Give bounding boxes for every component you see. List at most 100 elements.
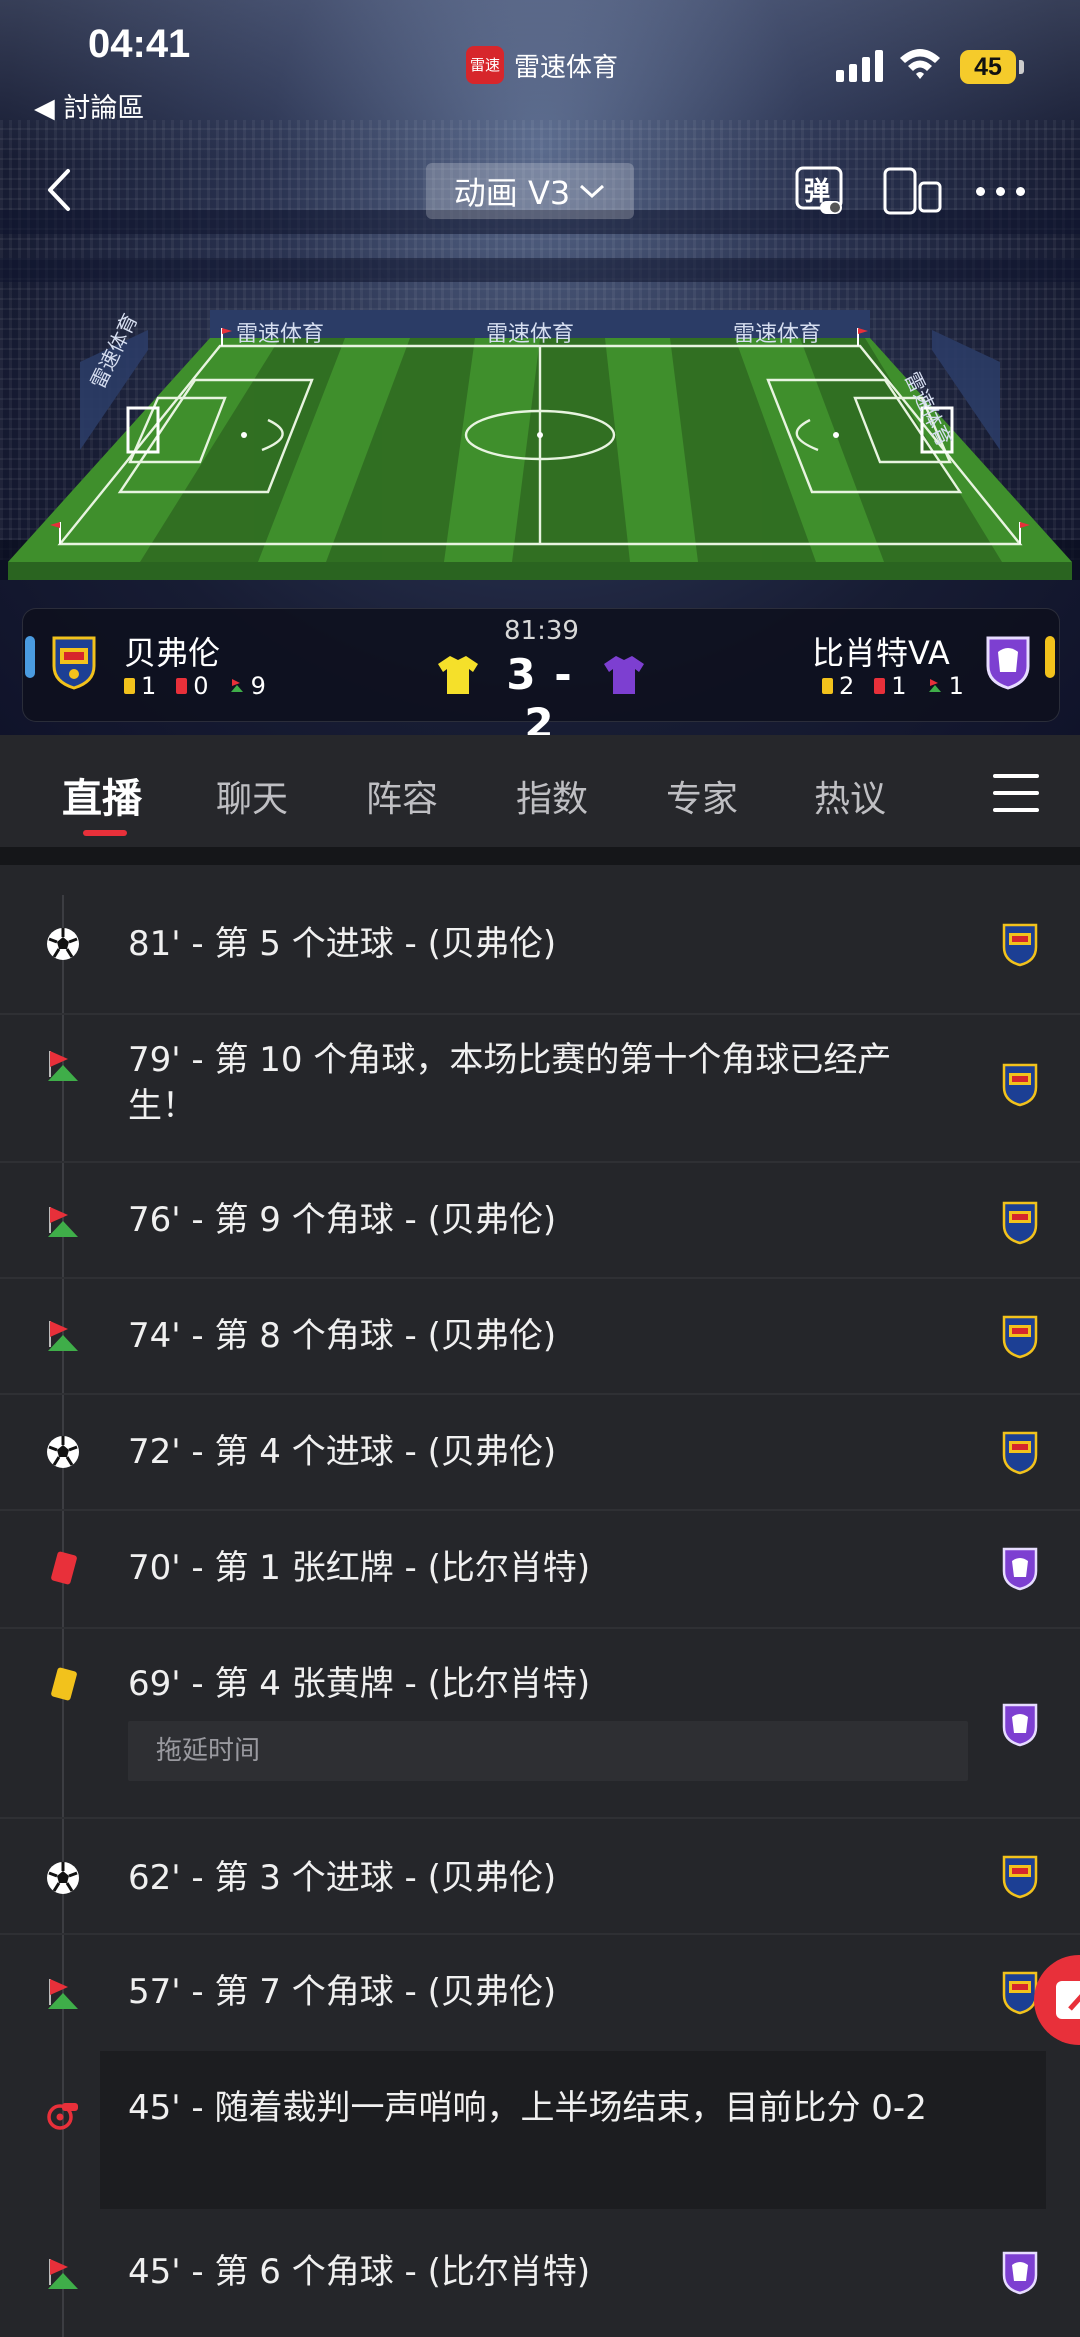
tab-shadow [0,847,1080,865]
corner-flag-icon [928,679,941,692]
edit-icon [1056,1981,1080,2019]
yellow-card-icon [51,1667,77,1701]
wifi-icon [900,49,940,79]
event-row: 81' - 第 5 个进球 - (贝弗伦) [0,895,1080,1015]
away-corner-count: 1 [948,672,964,700]
active-tab-indicator [83,830,127,836]
away-team-name: 比肖特VA [812,634,950,672]
clock-time: 04:41 [88,22,191,66]
danmu-label: 弹 [804,177,831,207]
status-bar: 04:41 雷速 雷速体育 45 [0,0,1080,84]
home-jersey-icon [438,656,478,694]
goal-ball-icon [47,1862,79,1894]
app-indicator: 雷速 雷速体育 [466,46,618,84]
away-team-stats: 2 1 1 [822,672,964,700]
event-row: 70' - 第 1 张红牌 - (比尔肖特) [0,1511,1080,1629]
app-logo: 雷速 [466,46,504,84]
event-text: 81' - 第 5 个进球 - (贝弗伦) [128,924,557,964]
tab-menu-icon[interactable] [993,774,1039,812]
home-accent-bar [25,636,35,678]
yellow-card-icon [822,678,833,694]
yellow-card-icon [124,678,135,694]
home-team-crest-icon [52,636,96,690]
away-team-crest-icon [986,636,1030,690]
home-team-crest-icon [1002,1431,1038,1475]
chevron-down-icon [580,184,605,199]
home-team-crest-icon [1002,1063,1038,1107]
away-team-crest-icon [1002,2251,1038,2295]
tab-discussion[interactable]: 热议 [814,770,886,822]
animation-mode-dropdown[interactable]: 动画 V3 [426,163,634,219]
event-text: 79' - 第 10 个角球，本场比赛的第十个角球已经产生！ [128,1040,892,1126]
home-team-crest-icon [1002,1315,1038,1359]
away-jersey-icon [604,656,644,694]
event-text: 62' - 第 3 个进球 - (贝弗伦) [128,1858,557,1898]
event-row: 76' - 第 9 个角球 - (贝弗伦) [0,1163,1080,1279]
back-arrow-icon[interactable] [40,165,80,215]
home-team-stats: 1 0 9 [124,672,266,700]
corner-flag-icon [48,1321,78,1351]
event-row-halftime: 45' - 随着裁判一声哨响，上半场结束，目前比分 0-2 [0,2051,1080,2211]
ad-board: 雷速体育 [486,322,575,347]
match-animation-panel: 雷速体育 雷速体育 雷速体育 雷速体育 雷速体育 04:41 雷速 雷速体育 4… [0,0,1080,735]
event-text: 70' - 第 1 张红牌 - (比尔肖特) [128,1548,591,1588]
home-corner-count: 9 [250,672,266,700]
tab-lineup[interactable]: 阵容 [366,770,438,822]
event-text: 72' - 第 4 个进球 - (贝弗伦) [128,1432,557,1472]
event-text: 69' - 第 4 张黄牌 - (比尔肖特) [128,1664,591,1704]
away-team-crest-icon [1002,1703,1038,1747]
goal-ball-icon [47,1436,79,1468]
away-accent-bar [1045,636,1055,678]
animation-mode-label: 动画 V3 [453,174,571,212]
tab-chat[interactable]: 聊天 [216,770,288,822]
goal-ball-icon [47,928,79,960]
home-team-name: 贝弗伦 [124,634,221,672]
away-red-count: 1 [891,672,907,700]
more-options-icon[interactable] [976,180,1030,202]
tab-odds[interactable]: 指数 [516,770,588,822]
event-row: 57' - 第 7 个角球 - (贝弗伦) [0,1935,1080,2051]
event-row: 69' - 第 4 张黄牌 - (比尔肖特) 拖延时间 [0,1629,1080,1819]
home-team-crest-icon [1002,1201,1038,1245]
match-clock: 81:39 [504,616,579,646]
ad-board: 雷速体育 [733,322,822,347]
danmu-toggle-button[interactable]: 弹 [794,165,846,217]
corner-flag-icon [48,1051,78,1081]
corner-flag-icon [48,1979,78,2009]
event-note: 拖延时间 [128,1721,968,1781]
corner-flag-icon [48,2259,78,2289]
stand-band [0,258,1080,282]
red-card-icon [51,1551,77,1585]
home-red-count: 0 [193,672,209,700]
cast-device-icon[interactable] [882,165,944,217]
event-text: 45' - 第 6 个角球 - (比尔肖特) [128,2252,591,2292]
ad-board: 雷速体育 [236,322,325,347]
away-yellow-count: 2 [839,672,855,700]
battery-cap [1019,60,1024,74]
match-score: 3 - 2 [506,650,574,735]
home-team-crest-icon [1002,923,1038,967]
event-row: 74' - 第 8 个角球 - (贝弗伦) [0,1279,1080,1395]
event-row: 62' - 第 3 个进球 - (贝弗伦) [0,1819,1080,1935]
tab-live[interactable]: 直播 [62,766,142,824]
battery-level: 45 [960,50,1016,84]
home-yellow-count: 1 [141,672,157,700]
corner-flag-icon [230,679,243,692]
event-text: 74' - 第 8 个角球 - (贝弗伦) [128,1316,557,1356]
event-row: 72' - 第 4 个进球 - (贝弗伦) [0,1395,1080,1511]
event-row: 45' - 第 6 个角球 - (比尔肖特) [0,2211,1080,2337]
red-card-icon [176,678,188,694]
event-text: 45' - 随着裁判一声哨响，上半场结束，目前比分 0-2 [128,2088,927,2128]
whistle-icon [47,2103,78,2130]
corner-flag-icon [48,1207,78,1237]
event-text: 76' - 第 9 个角球 - (贝弗伦) [128,1200,557,1240]
event-text: 57' - 第 7 个角球 - (贝弗伦) [128,1972,557,2012]
red-card-icon [874,678,886,694]
cellular-signal-icon [836,48,883,82]
away-team-crest-icon [1002,1547,1038,1591]
tab-experts[interactable]: 专家 [666,770,738,822]
app-name: 雷速体育 [514,52,619,83]
home-team-crest-icon [1002,1855,1038,1899]
event-row: 79' - 第 10 个角球，本场比赛的第十个角球已经产生！ [0,1015,1080,1163]
back-to-app-link[interactable]: ◀ 討論區 [34,86,144,125]
